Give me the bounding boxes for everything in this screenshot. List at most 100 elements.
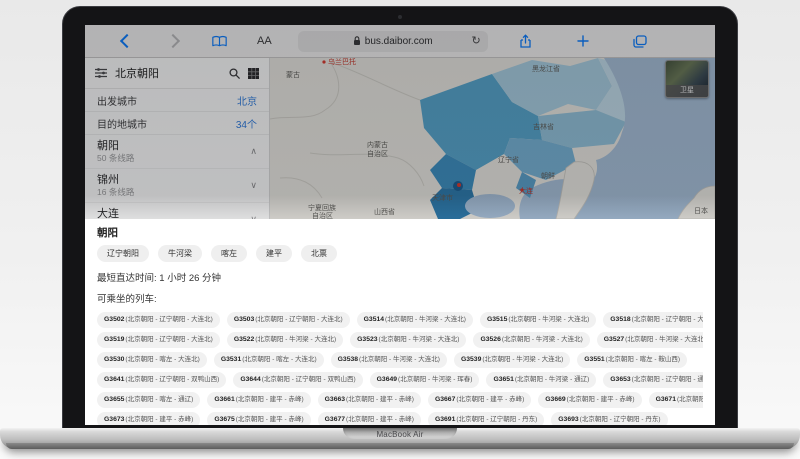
train-route: (北京朝阳 - 喀左 - 大连北) xyxy=(242,356,317,364)
share-icon xyxy=(520,34,531,48)
train-row: G3502 (北京朝阳 - 辽宁朝阳 - 大连北) G3503 (北京朝阳 - 辽宁朝… xyxy=(97,312,703,328)
train-pill[interactable]: G3675 (北京朝阳 - 建平 - 赤峰) xyxy=(207,412,311,425)
city-list-item[interactable]: 锦州 16 条线路 ∨ xyxy=(85,169,269,203)
map-label: 山西省 xyxy=(374,209,395,216)
detail-city-title: 朝阳 xyxy=(97,227,118,239)
station-tag[interactable]: 辽宁朝阳 xyxy=(97,245,149,262)
train-row: G3655 (北京朝阳 - 喀左 - 通辽) G3661 (北京朝阳 - 建平 - 赤… xyxy=(97,392,703,408)
train-row: G3519 (北京朝阳 - 辽宁朝阳 - 大连北) G3522 (北京朝阳 - 牛河梁… xyxy=(97,332,703,348)
train-pill[interactable]: G3503 (北京朝阳 - 辽宁朝阳 - 大连北) xyxy=(226,312,350,328)
train-route: (北京朝阳 - 牛河梁 - 大连北) xyxy=(625,336,703,344)
train-pill[interactable]: G3530 (北京朝阳 - 喀左 - 大连北) xyxy=(97,352,207,368)
chevron-toggle-icon[interactable]: ∧ xyxy=(250,146,257,157)
train-route: (北京朝阳 - 牛河梁 - 通辽) xyxy=(514,376,590,384)
address-bar[interactable]: bus.daibor.com ↻ xyxy=(297,30,488,52)
share-button[interactable] xyxy=(518,33,534,49)
train-pill[interactable]: G3514 (北京朝阳 - 牛河梁 - 大连北) xyxy=(356,312,473,328)
station-tag[interactable]: 喀左 xyxy=(211,245,247,262)
train-route: (北京朝阳 - 牛河梁 - 珲春) xyxy=(398,376,473,384)
train-route: (北京朝阳 - 牛河梁 - 大连北) xyxy=(378,336,460,344)
train-pill[interactable]: G3551 (北京朝阳 - 喀左 - 鞍山西) xyxy=(577,352,688,368)
train-route: (北京朝阳 - 喀左 - 大连北) xyxy=(125,356,200,364)
city-detail-panel: 朝阳 辽宁朝阳 牛河梁 喀左 建平 北票 最短直达时间: 1 小时 26 分钟 可乘坐的… xyxy=(85,219,715,425)
train-pill[interactable]: G3693 (北京朝阳 - 辽宁朝阳 - 丹东) xyxy=(551,412,668,425)
train-pill[interactable]: G3673 (北京朝阳 - 建平 - 赤峰) xyxy=(97,412,201,425)
train-pill[interactable]: G3651 (北京朝阳 - 牛河梁 - 通辽) xyxy=(486,372,597,388)
train-route: (北京朝阳 - 建平 - 赤峰) xyxy=(235,416,304,424)
search-input[interactable]: 北京朝阳 xyxy=(115,65,221,81)
train-row: G3673 (北京朝阳 - 建平 - 赤峰) G3675 (北京朝阳 - 建平 - 赤… xyxy=(97,412,703,425)
train-pill[interactable]: G3671(北京朝阳 - 建平 - 赤峰) xyxy=(648,392,703,408)
train-pill[interactable]: G3661 (北京朝阳 - 建平 - 赤峰) xyxy=(207,392,311,408)
map-label: 大连 xyxy=(519,188,533,195)
city-list-item[interactable]: 朝阳 50 条线路 ∧ xyxy=(85,135,269,169)
station-tag[interactable]: 牛河梁 xyxy=(158,245,202,262)
train-pill[interactable]: G3518(北京朝阳 - 辽宁朝阳 - 大连北) xyxy=(603,312,703,328)
city-route-count: 16 条线路 xyxy=(97,187,135,197)
map-label: 自治区 xyxy=(367,151,388,158)
chevron-right-icon xyxy=(165,33,181,49)
reader-text-size-button[interactable]: AA xyxy=(257,35,272,47)
train-route: (北京朝阳 - 牛河梁 - 大连北) xyxy=(255,336,337,344)
train-pill[interactable]: G3531 (北京朝阳 - 喀左 - 大连北) xyxy=(213,352,324,368)
chevron-toggle-icon[interactable]: ∨ xyxy=(250,180,257,191)
train-route: (北京朝阳 - 牛河梁 - 大连北) xyxy=(501,336,583,344)
train-pill[interactable]: G3539 (北京朝阳 - 牛河梁 - 大连北) xyxy=(453,352,571,368)
train-route: (北京朝阳 - 牛河梁 - 大连北) xyxy=(359,356,440,364)
tabs-overview-button[interactable] xyxy=(632,33,648,49)
train-pill[interactable]: G3527 (北京朝阳 - 牛河梁 - 大连北) xyxy=(596,332,703,348)
train-pill[interactable]: G3663 (北京朝阳 - 建平 - 赤峰) xyxy=(317,392,421,408)
train-route: (北京朝阳 - 牛河梁 - 大连北) xyxy=(482,356,564,364)
sidebar-info-row[interactable]: 出发城市 北京 xyxy=(85,89,269,112)
satellite-toggle[interactable]: 卫星 xyxy=(665,60,709,98)
sidebar-info-row[interactable]: 目的地城市 34个 xyxy=(85,112,269,135)
city-list-item[interactable]: 大连 18 条线路 ∨ xyxy=(85,203,269,219)
train-route: (北京朝阳 - 牛河梁 - 大连北) xyxy=(385,316,466,324)
map-label: 辽宁省 xyxy=(498,157,519,164)
lock-icon xyxy=(353,36,360,45)
train-pill[interactable]: G3538 (北京朝阳 - 牛河梁 - 大连北) xyxy=(330,352,447,368)
train-pill[interactable]: G3677 (北京朝阳 - 建平 - 赤峰) xyxy=(317,412,421,425)
train-pill[interactable]: G3644 (北京朝阳 - 辽宁朝阳 - 双鸭山西) xyxy=(233,372,363,388)
search-icon[interactable] xyxy=(229,67,240,79)
map-label: 内蒙古 xyxy=(367,142,388,149)
train-route: (北京朝阳 - 建平 - 赤峰) xyxy=(566,396,635,404)
info-row-value[interactable]: 34个 xyxy=(236,116,257,131)
new-tab-button[interactable] xyxy=(575,33,591,49)
train-pill[interactable]: G3526 (北京朝阳 - 牛河梁 - 大连北) xyxy=(473,332,590,348)
info-row-value[interactable]: 北京 xyxy=(237,93,257,108)
train-route: (北京朝阳 - 牛河梁 - 大连北) xyxy=(508,316,590,324)
map-label: 黑龙江省 xyxy=(532,66,560,73)
train-pill[interactable]: G3515 (北京朝阳 - 牛河梁 - 大连北) xyxy=(479,312,597,328)
sidebar-book-button[interactable] xyxy=(211,33,227,49)
forward-button[interactable] xyxy=(165,33,181,49)
city-name: 大连 xyxy=(97,208,119,219)
train-pill[interactable]: G3691 (北京朝阳 - 辽宁朝阳 - 丹东) xyxy=(427,412,545,425)
map-label: 天津市 xyxy=(432,195,453,202)
train-pill[interactable]: G3667 (北京朝阳 - 建平 - 赤峰) xyxy=(427,392,532,408)
train-route: (北京朝阳 - 辽宁朝阳 - 通辽) xyxy=(631,376,703,384)
tabs-icon xyxy=(633,34,647,48)
search-row[interactable]: 北京朝阳 xyxy=(85,58,269,89)
back-button[interactable] xyxy=(119,33,135,49)
chevron-left-icon xyxy=(119,33,135,49)
train-pill[interactable]: G3641 (北京朝阳 - 辽宁朝阳 - 双鸭山西) xyxy=(97,372,227,388)
train-pill[interactable]: G3519 (北京朝阳 - 辽宁朝阳 - 大连北) xyxy=(97,332,220,348)
train-pill[interactable]: G3653(北京朝阳 - 辽宁朝阳 - 通辽) xyxy=(603,372,703,388)
train-route: (北京朝阳 - 辽宁朝阳 - 大连北) xyxy=(631,316,703,324)
layers-grid-icon[interactable] xyxy=(248,67,259,79)
map-area[interactable]: 乌兰巴托 蒙古 黑龙江省 吉林省 辽宁省 内蒙古 自治区 朝鲜 大连 天津市 山西省 宁夏回族 自治区日… xyxy=(270,58,715,219)
train-route: (北京朝阳 - 辽宁朝阳 - 丹东) xyxy=(579,416,661,424)
train-pill[interactable]: G3655 (北京朝阳 - 喀左 - 通辽) xyxy=(97,392,201,408)
station-tag[interactable]: 建平 xyxy=(256,245,292,262)
train-pill[interactable]: G3502 (北京朝阳 - 辽宁朝阳 - 大连北) xyxy=(97,312,220,328)
train-pill[interactable]: G3669 (北京朝阳 - 建平 - 赤峰) xyxy=(538,392,642,408)
train-pill[interactable]: G3522 (北京朝阳 - 牛河梁 - 大连北) xyxy=(226,332,344,348)
train-route: (北京朝阳 - 辽宁朝阳 - 大连北) xyxy=(125,336,213,344)
station-tag[interactable]: 北票 xyxy=(301,245,337,262)
train-route: (北京朝阳 - 建平 - 赤峰) xyxy=(456,396,525,404)
refresh-button[interactable]: ↻ xyxy=(471,34,480,47)
train-pill[interactable]: G3649 (北京朝阳 - 牛河梁 - 珲春) xyxy=(369,372,480,388)
train-pill[interactable]: G3523 (北京朝阳 - 牛河梁 - 大连北) xyxy=(350,332,467,348)
device-brand-label: MacBook Air xyxy=(376,430,424,439)
